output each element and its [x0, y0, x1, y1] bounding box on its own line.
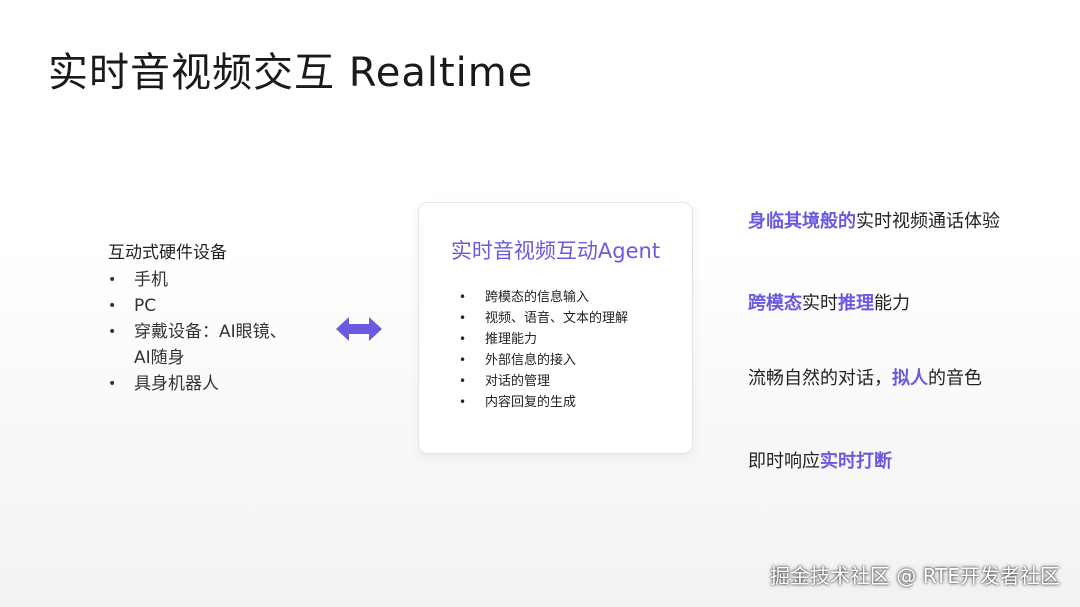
- agent-capability-item: 内容回复的生成: [459, 392, 628, 413]
- agent-capability-item: 外部信息的接入: [459, 350, 628, 371]
- feature-immersive-video: 身临其境般的实时视频通话体验: [748, 207, 1000, 233]
- hardware-item-phone: 手机: [108, 267, 338, 293]
- agent-title: 实时音视频互动Agent: [450, 239, 661, 263]
- feature-cross-modal: 跨模态实时推理能力: [748, 289, 910, 315]
- double-arrow-icon: [336, 317, 382, 341]
- agent-capability-item: 视频、语音、文本的理解: [459, 308, 628, 329]
- hardware-item-wearable-line2: AI随身: [134, 348, 185, 368]
- feature-highlight: 推理: [838, 293, 874, 314]
- feature-text: 流畅自然的对话，: [748, 368, 892, 389]
- feature-text: 的音色: [928, 368, 982, 389]
- agent-card: 实时音视频互动Agent 跨模态的信息输入 视频、语音、文本的理解 推理能力 外…: [418, 202, 693, 454]
- hardware-item-wearable: 穿戴设备：AI眼镜、 AI随身: [108, 319, 338, 371]
- feature-text: 能力: [874, 293, 910, 314]
- agent-capability-list: 跨模态的信息输入 视频、语音、文本的理解 推理能力 外部信息的接入 对话的管理 …: [459, 287, 628, 413]
- feature-instant-response: 即时响应实时打断: [748, 447, 892, 473]
- feature-text: 即时响应: [748, 451, 820, 472]
- feature-highlight: 身临其境般的: [748, 211, 856, 232]
- feature-highlight: 拟人: [892, 368, 928, 389]
- hardware-item-wearable-line1: 穿戴设备：AI眼镜、: [134, 322, 287, 342]
- watermark: 掘金技术社区 @ RTE开发者社区: [769, 564, 1060, 588]
- agent-capability-item: 推理能力: [459, 329, 628, 350]
- feature-natural-dialogue: 流畅自然的对话，拟人的音色: [748, 364, 982, 390]
- hardware-item-pc: PC: [108, 293, 338, 319]
- hardware-heading: 互动式硬件设备: [108, 243, 227, 263]
- feature-highlight: 实时打断: [820, 451, 892, 472]
- feature-text: 实时视频通话体验: [856, 211, 1000, 232]
- hardware-list: 手机 PC 穿戴设备：AI眼镜、 AI随身 具身机器人: [108, 267, 338, 397]
- hardware-block: 互动式硬件设备 手机 PC 穿戴设备：AI眼镜、 AI随身 具身机器人: [108, 238, 338, 397]
- agent-capability-item: 跨模态的信息输入: [459, 287, 628, 308]
- agent-capability-item: 对话的管理: [459, 371, 628, 392]
- feature-highlight: 跨模态: [748, 293, 802, 314]
- hardware-item-robot: 具身机器人: [108, 371, 338, 397]
- feature-text: 实时: [802, 293, 838, 314]
- slide-title: 实时音视频交互 Realtime: [48, 50, 534, 96]
